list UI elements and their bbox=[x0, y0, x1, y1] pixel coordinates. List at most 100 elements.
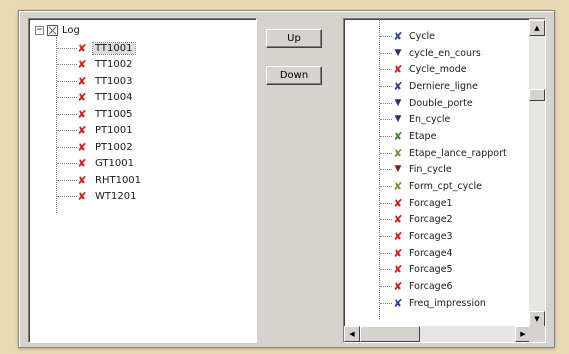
tree-item-label: WT1201 bbox=[95, 191, 137, 203]
tree-root-label: Log bbox=[62, 24, 80, 36]
tree-connector bbox=[380, 202, 392, 204]
tree-connector bbox=[380, 52, 392, 54]
tree-connector bbox=[57, 64, 77, 66]
tree-item[interactable]: ✘ TT1003 bbox=[57, 73, 143, 90]
tree-item[interactable]: ✘ TT1005 bbox=[57, 106, 143, 123]
up-button[interactable]: Up bbox=[266, 29, 322, 48]
variable-item[interactable]: ▼ Fin_cycle bbox=[380, 162, 507, 179]
tree-item[interactable]: ✘ TT1004 bbox=[57, 90, 143, 107]
tree-connector bbox=[380, 252, 392, 254]
tree-item[interactable]: ✘ TT1001 bbox=[57, 40, 143, 57]
variable-label: cycle_en_cours bbox=[409, 47, 481, 59]
tree-item-label: TT1003 bbox=[95, 75, 133, 87]
variable-item[interactable]: ✘ Forcage4 bbox=[380, 245, 507, 262]
variable-item[interactable]: ✘ Forcage5 bbox=[380, 262, 507, 279]
horizontal-scrollbar[interactable]: ◀ ▶ bbox=[344, 326, 531, 342]
tree-connector bbox=[57, 146, 77, 148]
variable-item[interactable]: ✘ Etape_lance_rapport bbox=[380, 145, 507, 162]
down-button[interactable]: Down bbox=[266, 66, 322, 85]
x-mark-icon: ✘ bbox=[393, 79, 403, 93]
tree-connector bbox=[57, 97, 77, 99]
variable-item[interactable]: ✘ Forcage3 bbox=[380, 228, 507, 245]
tree-item-label: TT1001 bbox=[92, 41, 136, 55]
tree-connector bbox=[380, 135, 392, 137]
tree-item[interactable]: ✘ RHT1001 bbox=[57, 172, 143, 189]
triangle-down-icon: ▼ bbox=[394, 164, 402, 175]
tree-item[interactable]: ✘ PT1002 bbox=[57, 139, 143, 156]
tree-connector bbox=[380, 236, 392, 238]
triangle-down-icon: ▼ bbox=[394, 47, 402, 58]
tree-connector bbox=[57, 47, 77, 49]
triangle-down-icon: ▼ bbox=[394, 97, 402, 108]
log-tree-panel[interactable]: − Log ✘ TT1001 ✘ TT1002 ✘ TT1003 ✘ TT1004 ✘ TT100… bbox=[28, 18, 257, 343]
variable-item[interactable]: ✘ Freq_impression bbox=[380, 295, 507, 312]
variable-label: Forcage2 bbox=[409, 214, 453, 226]
x-mark-icon: ✘ bbox=[393, 29, 403, 43]
vertical-scrollbar[interactable]: ▲ ▼ bbox=[529, 19, 545, 327]
x-mark-icon: ✘ bbox=[77, 124, 87, 138]
x-mark-icon: ✘ bbox=[393, 246, 403, 260]
variables-tree-panel[interactable]: ✘ Cycle ▼ cycle_en_cours ✘ Cycle_mode ✘ Dernier… bbox=[343, 18, 546, 343]
variable-label: Etape_lance_rapport bbox=[409, 147, 507, 159]
variable-item[interactable]: ▼ cycle_en_cours bbox=[380, 45, 507, 62]
tree-connector bbox=[380, 85, 392, 87]
tree-item[interactable]: ✘ TT1002 bbox=[57, 57, 143, 74]
tree-item[interactable]: ✘ GT1001 bbox=[57, 156, 143, 173]
variable-label: Freq_impression bbox=[409, 297, 486, 309]
variable-item[interactable]: ✘ Cycle_mode bbox=[380, 61, 507, 78]
x-mark-icon: ✘ bbox=[393, 63, 403, 77]
variable-label: Cycle bbox=[409, 30, 435, 42]
tree-connector bbox=[380, 35, 392, 37]
x-mark-icon: ✘ bbox=[393, 263, 403, 277]
variable-label: Derniere_ligne bbox=[409, 80, 478, 92]
tree-item[interactable]: ✘ PT1001 bbox=[57, 123, 143, 140]
tree-connector bbox=[380, 169, 392, 171]
variable-label: Form_cpt_cycle bbox=[409, 181, 482, 193]
tree-connector bbox=[380, 102, 392, 104]
scroll-up-icon[interactable]: ▲ bbox=[529, 20, 545, 36]
tree-connector bbox=[57, 179, 77, 181]
variable-label: Forcage5 bbox=[409, 264, 453, 276]
dialog-frame: − Log ✘ TT1001 ✘ TT1002 ✘ TT1003 ✘ TT1004 ✘ TT100… bbox=[18, 10, 555, 348]
tree-connector bbox=[380, 286, 392, 288]
variable-item[interactable]: ✘ Forcage1 bbox=[380, 195, 507, 212]
tree-connector bbox=[380, 69, 392, 71]
variable-label: Cycle_mode bbox=[409, 64, 467, 76]
tree-connector bbox=[380, 219, 392, 221]
variable-label: Forcage6 bbox=[409, 281, 453, 293]
tree-item-label: PT1001 bbox=[95, 125, 133, 137]
variable-item[interactable]: ✘ Derniere_ligne bbox=[380, 78, 507, 95]
variable-item[interactable]: ✘ Cycle bbox=[380, 28, 507, 45]
tree-connector bbox=[57, 196, 77, 198]
x-mark-icon: ✘ bbox=[77, 190, 87, 204]
tree-item-label: TT1005 bbox=[95, 108, 133, 120]
scroll-left-icon[interactable]: ◀ bbox=[344, 326, 360, 342]
x-mark-icon: ✘ bbox=[77, 74, 87, 88]
tree-item[interactable]: ✘ WT1201 bbox=[57, 189, 143, 206]
variable-label: Forcage1 bbox=[409, 197, 453, 209]
checkbox-icon[interactable] bbox=[47, 24, 58, 36]
variable-item[interactable]: ✘ Form_cpt_cycle bbox=[380, 178, 507, 195]
variable-item[interactable]: ▼ En_cycle bbox=[380, 111, 507, 128]
variable-item[interactable]: ✘ Forcage2 bbox=[380, 212, 507, 229]
horizontal-scroll-thumb[interactable] bbox=[360, 326, 420, 342]
x-mark-icon: ✘ bbox=[393, 296, 403, 310]
x-mark-icon: ✘ bbox=[393, 180, 403, 194]
scroll-down-icon[interactable]: ▼ bbox=[529, 311, 545, 327]
vertical-scroll-thumb[interactable] bbox=[529, 89, 545, 101]
x-mark-icon: ✘ bbox=[77, 173, 87, 187]
tree-root[interactable]: − Log bbox=[35, 23, 80, 37]
x-mark-icon: ✘ bbox=[393, 196, 403, 210]
variable-label: En_cycle bbox=[409, 114, 451, 126]
variable-label: Fin_cycle bbox=[409, 164, 452, 176]
tree-connector bbox=[57, 113, 77, 115]
tree-item-label: GT1001 bbox=[95, 158, 134, 170]
tree-item-label: RHT1001 bbox=[95, 174, 142, 186]
variable-label: Forcage4 bbox=[409, 247, 453, 259]
variable-item[interactable]: ✘ Forcage6 bbox=[380, 278, 507, 295]
variable-item[interactable]: ▼ Double_porte bbox=[380, 95, 507, 112]
variable-item[interactable]: ✘ Etape bbox=[380, 128, 507, 145]
x-mark-icon: ✘ bbox=[393, 280, 403, 294]
x-mark-icon: ✘ bbox=[77, 91, 87, 105]
collapse-icon[interactable]: − bbox=[35, 25, 44, 35]
